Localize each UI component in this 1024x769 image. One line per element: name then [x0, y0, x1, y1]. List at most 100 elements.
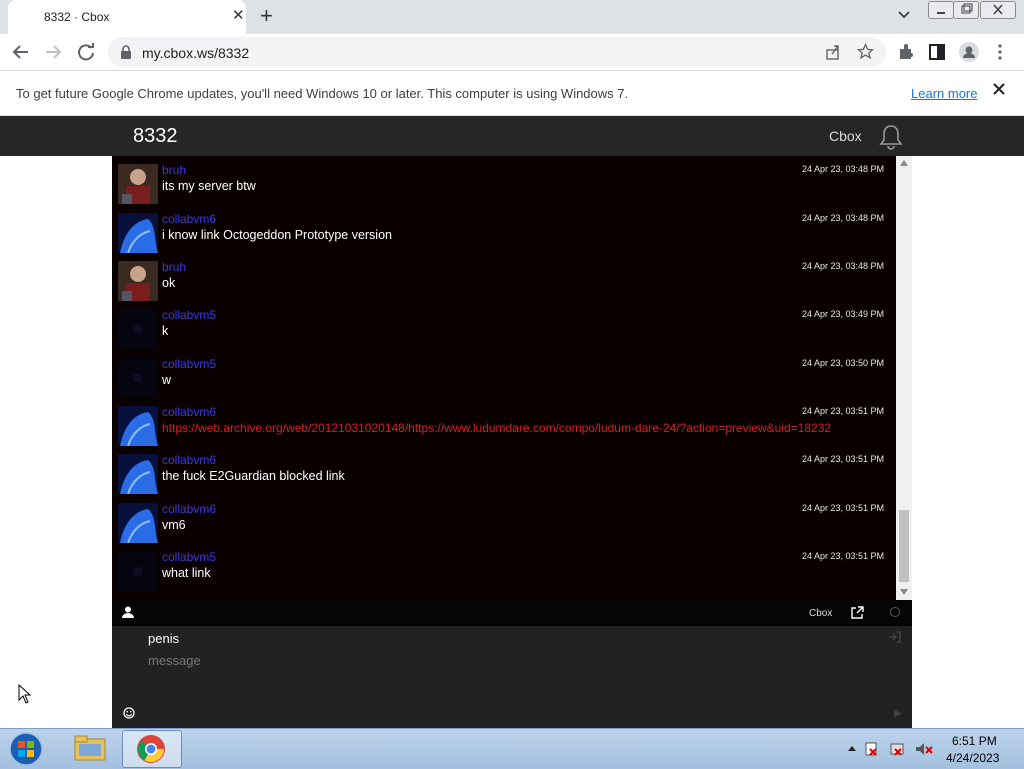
message-item: collabvm6 vm6 24 Apr 23, 03:51 PM — [112, 501, 896, 549]
message-timestamp: 24 Apr 23, 03:51 PM — [801, 503, 884, 513]
forward-arrow-icon[interactable] — [44, 43, 62, 61]
system-tray-icons[interactable] — [846, 741, 936, 757]
message-item: collabvm6 i know link Octogeddon Prototy… — [112, 211, 896, 259]
message-text: what link — [162, 566, 211, 580]
message-timestamp: 24 Apr 23, 03:49 PM — [801, 309, 884, 319]
start-orb-icon[interactable] — [7, 731, 45, 767]
message-item: collabvm6 the fuck E2Guardian blocked li… — [112, 452, 896, 500]
tab-title: 8332 · Cbox — [44, 10, 110, 24]
chat-box: bruh its my server btw 24 Apr 23, 03:48 … — [112, 156, 912, 728]
message-item: collabvm5 k 24 Apr 23, 03:49 PM — [112, 307, 896, 355]
message-text: its my server btw — [162, 179, 256, 193]
message-text: w — [162, 373, 172, 387]
message-timestamp: 24 Apr 23, 03:51 PM — [801, 551, 884, 561]
message-timestamp: 24 Apr 23, 03:51 PM — [801, 454, 884, 464]
avatar-bruh — [118, 164, 158, 204]
message-username[interactable]: collabvm6 — [162, 453, 216, 467]
cbox-topbar: 8332 Cbox — [0, 116, 1024, 156]
message-text: ok — [162, 276, 176, 290]
message-scrollbar[interactable] — [896, 156, 912, 600]
extensions-icon[interactable] — [897, 43, 915, 61]
message-text: the fuck E2Guardian blocked link — [162, 469, 345, 483]
emoji-smiley-icon[interactable] — [123, 707, 135, 719]
update-infobar: To get future Google Chrome updates, you… — [0, 71, 1024, 116]
message-list[interactable]: bruh its my server btw 24 Apr 23, 03:48 … — [112, 156, 896, 600]
reload-icon[interactable] — [77, 43, 95, 61]
message-item: collabvm5 what link 24 Apr 23, 03:51 PM — [112, 549, 896, 597]
chrome-icon — [137, 735, 165, 763]
box-title: 8332 — [133, 125, 178, 147]
infobar-message: To get future Google Chrome updates, you… — [16, 86, 629, 101]
message-username[interactable]: collabvm5 — [162, 308, 216, 322]
message-input[interactable]: message — [148, 653, 201, 668]
address-bar[interactable]: my.cbox.ws/8332 — [108, 37, 886, 67]
new-tab-icon[interactable]: + — [260, 5, 273, 27]
name-input[interactable]: penis — [148, 631, 179, 646]
scroll-down-arrow-icon[interactable] — [900, 589, 908, 595]
message-username[interactable]: collabvm6 — [162, 502, 216, 516]
menu-kebab-icon[interactable] — [997, 44, 1003, 60]
windows-taskbar: 6:51 PM 4/24/2023 — [0, 728, 1024, 769]
avatar-bruh — [118, 261, 158, 301]
message-text: k — [162, 324, 169, 338]
cbox-footer-link[interactable]: Cbox — [809, 608, 832, 619]
mouse-cursor-icon — [18, 684, 32, 704]
back-arrow-icon[interactable] — [12, 43, 30, 61]
avatar-collabvm6 — [118, 213, 158, 253]
message-timestamp: 24 Apr 23, 03:50 PM — [801, 358, 884, 368]
clock-date[interactable]: 4/24/2023 — [946, 751, 999, 765]
scrollbar-thumb[interactable] — [899, 510, 909, 582]
learn-more-link[interactable]: Learn more — [911, 86, 977, 101]
tab-search-chevron-icon[interactable] — [897, 8, 911, 22]
message-item: bruh its my server btw 24 Apr 23, 03:48 … — [112, 162, 896, 210]
login-icon[interactable] — [889, 631, 901, 643]
message-link[interactable]: https://web.archive.org/web/201210310201… — [162, 421, 831, 435]
message-username[interactable]: bruh — [162, 163, 186, 177]
profile-avatar-icon[interactable] — [959, 42, 979, 62]
bell-icon[interactable] — [879, 124, 903, 150]
message-timestamp: 24 Apr 23, 03:51 PM — [801, 406, 884, 416]
bookmark-star-icon[interactable] — [857, 43, 874, 60]
message-username[interactable]: bruh — [162, 260, 186, 274]
message-timestamp: 24 Apr 23, 03:48 PM — [801, 213, 884, 223]
avatar-collabvm6 — [118, 406, 158, 446]
browser-tab[interactable]: 8332 · Cbox ✕ — [8, 0, 246, 34]
maximize-button[interactable] — [953, 1, 979, 19]
page-content: 8332 Cbox bruh its my server btw 24 Apr … — [0, 116, 1024, 728]
infobar-close-icon[interactable] — [992, 82, 1006, 96]
message-item: collabvm6 https://web.archive.org/web/20… — [112, 404, 896, 452]
message-text: i know link Octogeddon Prototype version — [162, 228, 392, 242]
message-timestamp: 24 Apr 23, 03:48 PM — [801, 261, 884, 271]
message-username[interactable]: collabvm6 — [162, 212, 216, 226]
side-panel-icon[interactable] — [929, 44, 945, 60]
message-timestamp: 24 Apr 23, 03:48 PM — [801, 164, 884, 174]
window-close-button[interactable] — [980, 1, 1016, 19]
user-icon[interactable] — [122, 606, 134, 618]
lock-icon — [121, 45, 131, 59]
scroll-up-arrow-icon[interactable] — [900, 160, 908, 166]
explorer-taskbar-button[interactable] — [62, 730, 120, 766]
avatar-collabvm5 — [118, 358, 158, 398]
avatar-collabvm6 — [118, 503, 158, 543]
tab-close-icon[interactable]: ✕ — [232, 8, 245, 24]
message-item: bruh ok 24 Apr 23, 03:48 PM — [112, 259, 896, 307]
popout-icon[interactable] — [851, 606, 864, 619]
folder-icon — [74, 735, 106, 761]
clock-time[interactable]: 6:51 PM — [952, 734, 997, 748]
message-text: vm6 — [162, 518, 186, 532]
message-username[interactable]: collabvm5 — [162, 550, 216, 564]
chrome-taskbar-button[interactable] — [122, 730, 182, 768]
share-icon[interactable] — [825, 44, 841, 60]
url-text: my.cbox.ws/8332 — [142, 45, 250, 61]
avatar-collabvm6 — [118, 454, 158, 494]
send-arrow-icon[interactable]: ▶ — [894, 708, 902, 719]
status-circle-icon — [890, 607, 900, 617]
message-item: collabvm5 w 24 Apr 23, 03:50 PM — [112, 356, 896, 404]
cbox-brand-link[interactable]: Cbox — [829, 128, 862, 144]
message-username[interactable]: collabvm6 — [162, 405, 216, 419]
minimize-button[interactable] — [928, 1, 954, 19]
avatar-collabvm5 — [118, 309, 158, 349]
message-composer: penis message ▶ — [112, 626, 912, 728]
message-username[interactable]: collabvm5 — [162, 357, 216, 371]
browser-toolbar: my.cbox.ws/8332 — [0, 34, 1024, 71]
